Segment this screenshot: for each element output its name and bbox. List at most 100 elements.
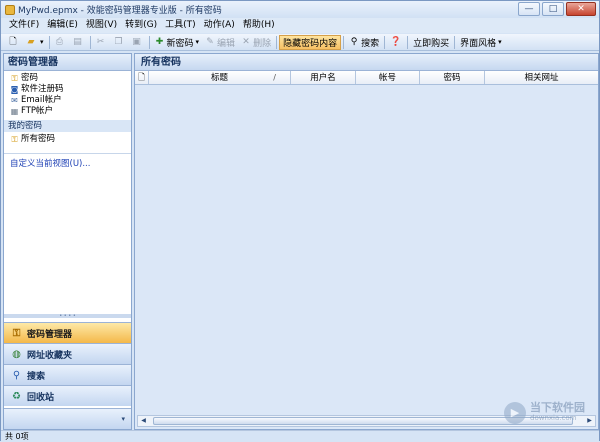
cut-icon: ✂ (96, 37, 105, 47)
column-account[interactable]: 帐号 (356, 71, 420, 84)
menu-help[interactable]: 帮助(H) (239, 18, 279, 33)
toolbar-separator (407, 35, 409, 49)
title-bar[interactable]: MyPwd.epmx - 效能密码管理器专业版 - 所有密码 — □ ✕ (1, 1, 599, 18)
column-password-label: 密码 (443, 73, 461, 83)
nav-label: 搜索 (27, 371, 46, 382)
category-label: 软件注册码 (21, 84, 64, 94)
menu-tools[interactable]: 工具(T) (161, 18, 200, 33)
print-icon: ⎙ (55, 37, 64, 47)
menu-file[interactable]: 文件(F) (5, 18, 43, 33)
column-type[interactable]: 🗋 (135, 71, 149, 84)
dropdown-arrow-icon: ▾ (195, 38, 200, 46)
globe-icon: ◍ (12, 348, 21, 360)
registration-icon: ◙ (10, 85, 19, 94)
maximize-button[interactable]: □ (542, 2, 564, 16)
paste-icon: ▣ (132, 37, 141, 47)
navigation-pane: 密码管理器 ⚿ 密码 ◙ 软件注册码 ✉ Email帐户 ▦ FTP帐户 我的密码 ⚿ 所… (3, 53, 132, 430)
app-window: MyPwd.epmx - 效能密码管理器专业版 - 所有密码 — □ ✕ 文件(… (0, 0, 600, 441)
pane-splitter[interactable]: • • • • (4, 314, 131, 319)
content-pane: 所有密码 🗋 标题 / 用户名 帐号 密码 相关网址 ◀ ▶ (134, 53, 599, 430)
grid-body[interactable] (135, 85, 598, 415)
delete-icon: ✕ (242, 37, 250, 47)
edit-icon: ✎ (206, 37, 214, 47)
nav-password-manager[interactable]: ⚿ 密码管理器 (4, 322, 131, 343)
new-file-icon: 🗋 (9, 37, 17, 47)
column-password[interactable]: 密码 (420, 71, 485, 84)
custom-view-link[interactable]: 自定义当前视图(U)... (4, 153, 131, 169)
menu-actions[interactable]: 动作(A) (200, 18, 239, 33)
sort-icon: / (273, 73, 276, 82)
new-password-label: 新密码 (166, 38, 194, 49)
edit-button[interactable]: ✎ 编辑 (202, 35, 238, 50)
menu-goto[interactable]: 转到(G) (121, 18, 161, 33)
folder-open-icon: ▰ (27, 37, 35, 47)
key-icon: ⚿ (11, 74, 18, 83)
category-ftp-accounts[interactable]: ▦ FTP帐户 (4, 106, 131, 117)
plus-icon: ✚ (155, 37, 164, 47)
new-file-button[interactable]: 🗋 (5, 35, 23, 50)
print-button[interactable]: ⎙ (52, 35, 70, 50)
dropdown-arrow-icon: ▾ (40, 38, 44, 46)
menu-edit[interactable]: 编辑(E) (43, 18, 82, 33)
new-password-button[interactable]: ✚ 新密码 ▾ (152, 35, 203, 50)
category-label: FTP帐户 (21, 106, 54, 116)
delete-label: 删除 (253, 38, 272, 49)
category-passwords[interactable]: ⚿ 密码 (4, 73, 131, 84)
column-title-label: 标题 (210, 73, 228, 83)
nav-search[interactable]: ⚲ 搜索 (4, 364, 131, 385)
dropdown-arrow-icon: ▾ (498, 38, 502, 46)
close-button[interactable]: ✕ (566, 2, 596, 16)
column-url[interactable]: 相关网址 (485, 71, 598, 84)
nav-label: 回收站 (27, 392, 55, 403)
toolbar-separator (454, 35, 456, 49)
theme-label: 界面风格 (460, 38, 497, 49)
minimize-button[interactable]: — (518, 2, 540, 16)
category-email-accounts[interactable]: ✉ Email帐户 (4, 95, 131, 106)
watermark-logo: ▶ (504, 402, 526, 424)
window-title: MyPwd.epmx - 效能密码管理器专业版 - 所有密码 (18, 6, 222, 16)
category-label: Email帐户 (21, 95, 62, 105)
ftp-icon: ▦ (10, 107, 19, 116)
nav-bookmarks[interactable]: ◍ 网址收藏夹 (4, 343, 131, 364)
scroll-left-icon[interactable]: ◀ (138, 416, 149, 426)
column-url-label: 相关网址 (524, 73, 559, 83)
my-passwords-section: 我的密码 (4, 120, 131, 132)
menu-bar: 文件(F) 编辑(E) 视图(V) 转到(G) 工具(T) 动作(A) 帮助(H… (1, 18, 599, 33)
nav-configure-button[interactable]: ▾ (4, 408, 131, 429)
help-button[interactable]: ❓ (387, 35, 405, 50)
hide-content-label: 隐藏密码内容 (283, 38, 338, 49)
search-icon: ⚲ (350, 37, 358, 47)
buy-now-button[interactable]: 立即购买 (410, 35, 452, 50)
navigation-pane-title: 密码管理器 (4, 54, 131, 71)
key-icon: ⚿ (11, 135, 18, 144)
grid-header: 🗋 标题 / 用户名 帐号 密码 相关网址 (135, 71, 598, 85)
copy-button[interactable]: ❐ (111, 35, 129, 50)
search-button[interactable]: ⚲ 搜索 (346, 35, 382, 50)
buy-now-label: 立即购买 (413, 38, 450, 49)
column-title[interactable]: 标题 / (149, 71, 291, 84)
all-passwords-label: 所有密码 (21, 134, 56, 144)
toolbar-separator (343, 35, 345, 49)
toolbar-separator (384, 35, 386, 49)
copy-icon: ❐ (114, 37, 123, 47)
delete-button[interactable]: ✕ 删除 (238, 35, 274, 50)
cut-button[interactable]: ✂ (93, 35, 111, 50)
nav-recycle-bin[interactable]: ♻ 回收站 (4, 385, 131, 406)
watermark-title: 当下软件园 (530, 401, 585, 414)
paste-button[interactable]: ▣ (129, 35, 147, 50)
content-pane-title: 所有密码 (135, 54, 598, 71)
scroll-right-icon[interactable]: ▶ (584, 416, 595, 426)
edit-label: 编辑 (217, 38, 236, 49)
all-passwords-item[interactable]: ⚿ 所有密码 (4, 134, 131, 145)
menu-view[interactable]: 视图(V) (82, 18, 121, 33)
category-registration-codes[interactable]: ◙ 软件注册码 (4, 84, 131, 95)
column-username[interactable]: 用户名 (291, 71, 356, 84)
theme-button[interactable]: 界面风格 ▾ (457, 35, 505, 50)
document-icon: 🗋 (138, 73, 145, 83)
watermark-url: downxia.com (530, 414, 577, 422)
open-file-button[interactable]: ▰ ▾ (23, 35, 47, 50)
print-preview-button[interactable]: ▤ (70, 35, 88, 50)
nav-label: 网址收藏夹 (27, 350, 73, 361)
item-count: 共 0项 (5, 432, 29, 441)
hide-content-toggle[interactable]: 隐藏密码内容 (279, 34, 342, 50)
